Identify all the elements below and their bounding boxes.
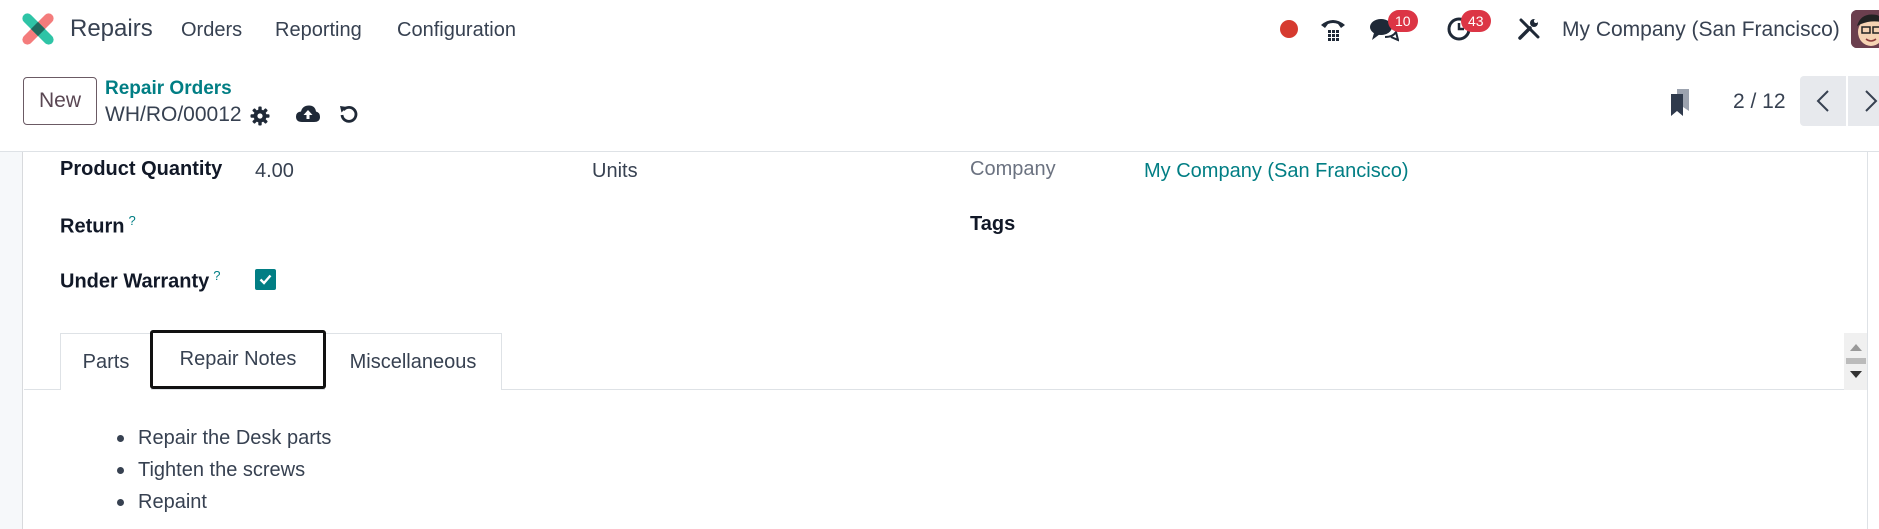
app-name[interactable]: Repairs xyxy=(70,15,153,43)
product-quantity-value[interactable]: 4.00 xyxy=(255,160,294,183)
breadcrumb-repair-orders[interactable]: Repair Orders xyxy=(105,78,232,100)
tab-repair-notes[interactable]: Repair Notes xyxy=(150,330,326,389)
left-gutter xyxy=(0,152,23,529)
control-panel: New Repair Orders WH/RO/00012 2 / 12 xyxy=(0,60,1879,152)
tab-miscellaneous[interactable]: Miscellaneous xyxy=(324,333,502,390)
menu-orders[interactable]: Orders xyxy=(181,19,242,42)
gear-icon[interactable] xyxy=(249,105,271,127)
tabs-divider xyxy=(24,389,1854,390)
repair-note-item: Repaint xyxy=(114,486,331,518)
status-dot-icon[interactable] xyxy=(1278,14,1300,44)
menu-configuration[interactable]: Configuration xyxy=(397,19,516,42)
discard-undo-icon[interactable] xyxy=(338,103,360,125)
company-switcher[interactable]: My Company (San Francisco) xyxy=(1562,18,1840,42)
repair-order-form: Product Quantity 4.00 Units Return? Unde… xyxy=(24,152,1879,529)
pager-value[interactable]: 2 / 12 xyxy=(1733,90,1786,114)
repairs-app-logo-icon[interactable] xyxy=(21,12,55,46)
repair-note-item: Repair the Desk parts xyxy=(114,422,331,454)
bookmark-records-icon[interactable] xyxy=(1668,88,1692,118)
messages-count-badge: 10 xyxy=(1388,10,1418,32)
tools-icon[interactable] xyxy=(1514,14,1544,44)
repair-notes-list[interactable]: Repair the Desk parts Tighten the screws… xyxy=(114,422,331,518)
under-warranty-label: Under Warranty? xyxy=(60,268,221,294)
under-warranty-help-icon[interactable]: ? xyxy=(213,268,220,283)
breadcrumb-current-record: WH/RO/00012 xyxy=(105,103,242,126)
under-warranty-label-text: Under Warranty xyxy=(60,270,210,293)
menu-reporting[interactable]: Reporting xyxy=(275,19,362,42)
save-cloud-icon[interactable] xyxy=(295,103,321,125)
repair-note-item: Tighten the screws xyxy=(114,454,331,486)
return-label-text: Return xyxy=(60,215,125,238)
company-value-link[interactable]: My Company (San Francisco) xyxy=(1144,160,1409,183)
tabs-scroll-control[interactable] xyxy=(1844,333,1868,390)
pager-previous-button[interactable] xyxy=(1800,76,1846,126)
activities-count-badge: 43 xyxy=(1461,10,1491,32)
user-avatar[interactable] xyxy=(1851,10,1879,48)
company-label: Company xyxy=(970,158,1056,180)
return-help-icon[interactable]: ? xyxy=(128,213,135,228)
return-label: Return? xyxy=(60,213,136,239)
uom-value[interactable]: Units xyxy=(592,160,638,183)
new-button[interactable]: New xyxy=(23,77,97,125)
form-right-border xyxy=(1867,152,1868,529)
pager-next-button[interactable] xyxy=(1848,76,1879,126)
tags-label: Tags xyxy=(970,213,1016,235)
phone-icon[interactable] xyxy=(1318,14,1348,44)
under-warranty-checkbox[interactable] xyxy=(255,269,276,290)
top-navbar: Repairs Orders Reporting Configuration 1… xyxy=(0,0,1879,60)
product-quantity-label: Product Quantity xyxy=(60,158,223,180)
tab-parts[interactable]: Parts xyxy=(60,333,152,390)
